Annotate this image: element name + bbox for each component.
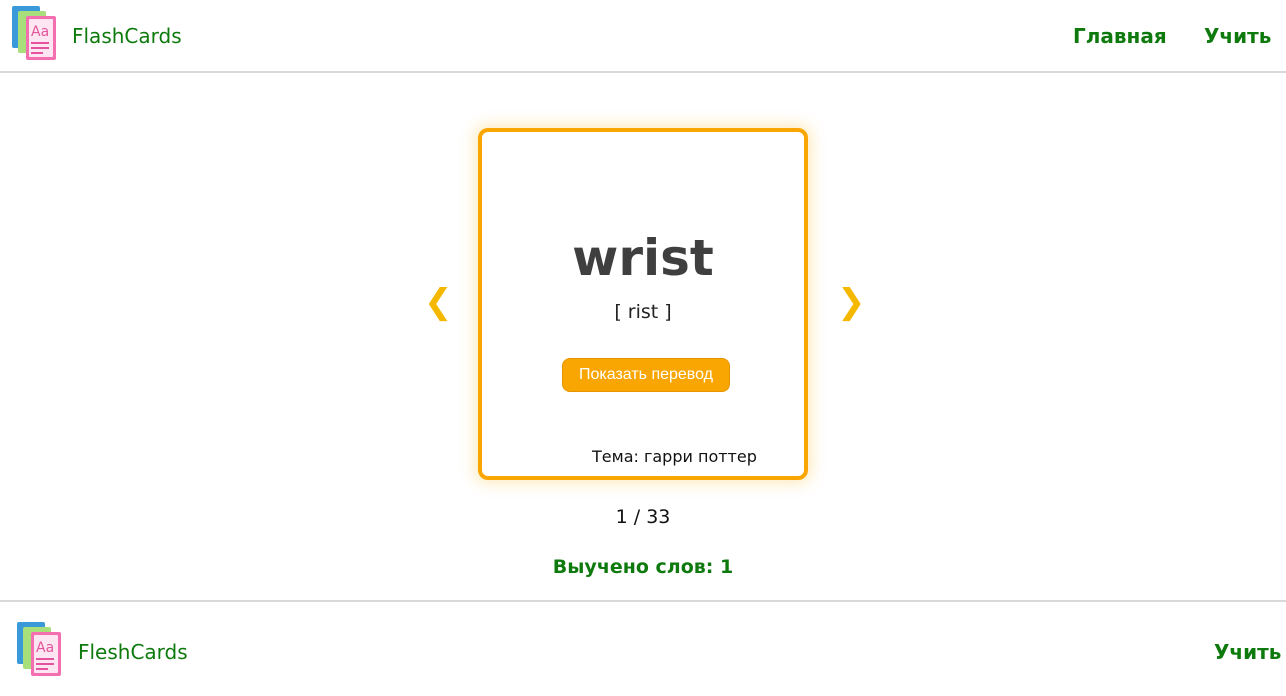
card-transcription: [ rist ]: [614, 301, 672, 323]
nav-learn[interactable]: Учить: [1204, 24, 1271, 48]
chevron-right-icon[interactable]: ❯: [837, 282, 866, 322]
card-topic: Тема: гарри поттер: [592, 447, 757, 466]
nav-home[interactable]: Главная: [1073, 24, 1167, 48]
flashcards-logo-icon[interactable]: Aa: [12, 6, 58, 62]
footer-nav-learn[interactable]: Учить: [1214, 640, 1281, 664]
flashcard[interactable]: wrist [ rist ] Показать перевод Тема: га…: [478, 128, 808, 480]
card-counter: 1 / 33: [615, 506, 671, 528]
show-translation-button[interactable]: Показать перевод: [562, 358, 730, 392]
svg-text:Aa: Aa: [36, 640, 54, 656]
footer-logo-icon[interactable]: Aa: [17, 622, 63, 678]
learned-words-count: Выучено слов: 1: [552, 556, 734, 578]
card-word: wrist: [572, 229, 714, 287]
brand-name[interactable]: FlashCards: [72, 24, 182, 48]
header: Aa FlashCards Главная Учить: [0, 0, 1286, 73]
footer-brand-name[interactable]: FleshCards: [78, 640, 188, 664]
chevron-left-icon[interactable]: ❮: [424, 282, 453, 322]
svg-text:Aa: Aa: [31, 24, 49, 40]
footer: Aa FleshCards Учить: [0, 600, 1286, 696]
